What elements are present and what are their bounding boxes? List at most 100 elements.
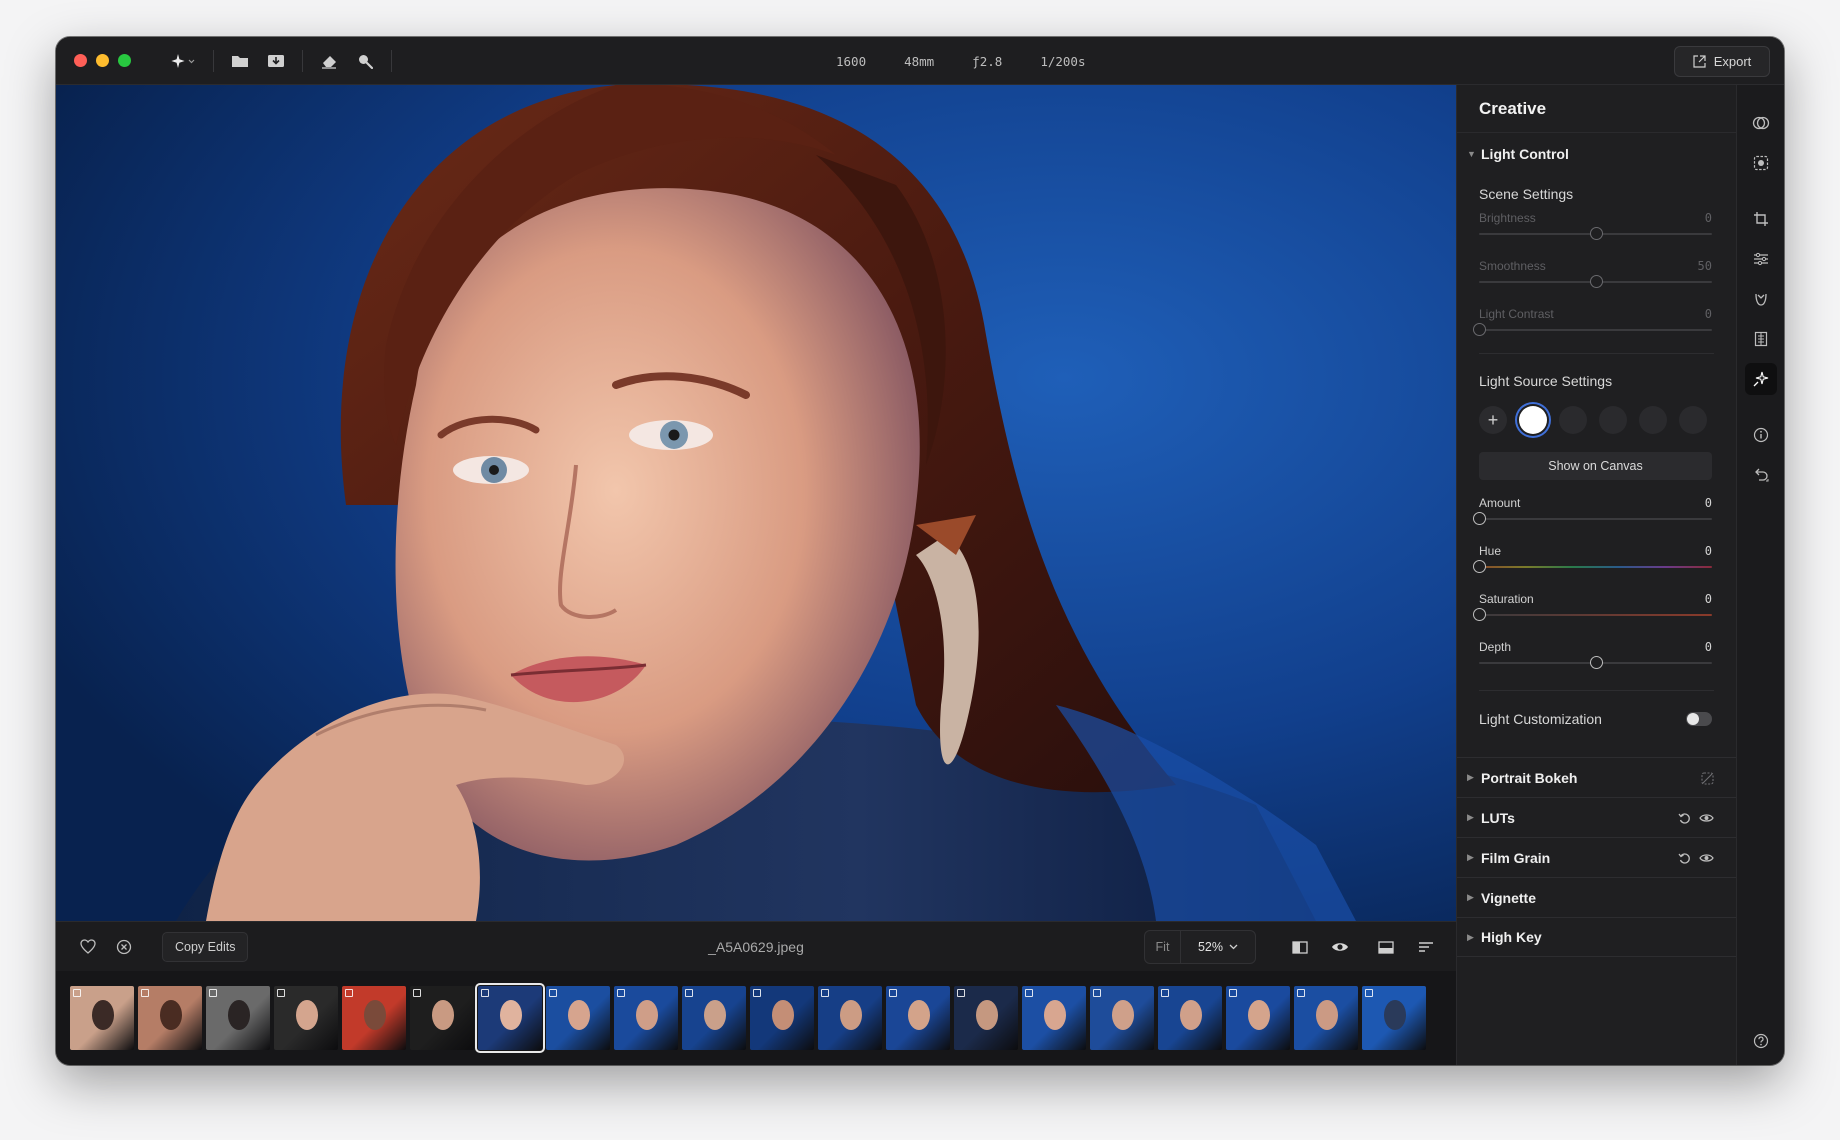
- filmstrip-thumbnail[interactable]: [886, 986, 950, 1050]
- divider: [1479, 353, 1714, 354]
- light-source-swatch[interactable]: [1559, 406, 1587, 434]
- add-light-button[interactable]: +: [1479, 406, 1507, 434]
- photo-canvas[interactable]: [56, 85, 1456, 921]
- light-source-swatch[interactable]: [1599, 406, 1627, 434]
- reset-icon[interactable]: [1678, 852, 1691, 865]
- saturation-track[interactable]: [1479, 614, 1712, 616]
- filmstrip-thumbnail[interactable]: [1294, 986, 1358, 1050]
- crop-icon: [1754, 212, 1768, 226]
- light-source-swatch[interactable]: [1639, 406, 1667, 434]
- help-button[interactable]: [1745, 1025, 1777, 1057]
- zoom-select[interactable]: 52%: [1181, 940, 1255, 954]
- crop-tool-button[interactable]: [1745, 203, 1777, 235]
- no-mask-icon[interactable]: [1701, 771, 1714, 785]
- filmstrip-thumbnail-selected[interactable]: [475, 983, 545, 1053]
- landscape-tool-button[interactable]: [1745, 323, 1777, 355]
- filmstrip-thumbnail[interactable]: [682, 986, 746, 1050]
- adjust-tool-button[interactable]: [1745, 243, 1777, 275]
- section-portrait-bokeh[interactable]: ▶ Portrait Bokeh: [1457, 757, 1736, 797]
- minimize-window-button[interactable]: [96, 54, 109, 67]
- eraser-button[interactable]: [311, 46, 347, 76]
- zoom-fit-button[interactable]: Fit: [1145, 931, 1181, 963]
- mask-tool-button[interactable]: [1745, 147, 1777, 179]
- filmstrip-thumbnail[interactable]: [70, 986, 134, 1050]
- amount-slider[interactable]: Amount 0: [1473, 492, 1712, 540]
- slider-knob[interactable]: [1473, 512, 1486, 525]
- preview-button[interactable]: [1322, 929, 1358, 965]
- brightness-slider[interactable]: Brightness 0: [1479, 207, 1712, 255]
- slider-knob[interactable]: [1589, 227, 1603, 240]
- import-button[interactable]: [258, 46, 294, 76]
- zoom-window-button[interactable]: [118, 54, 131, 67]
- filmstrip-thumbnail[interactable]: [1158, 986, 1222, 1050]
- open-folder-button[interactable]: [222, 46, 258, 76]
- view-tools: [1282, 929, 1444, 965]
- light-source-swatch-selected[interactable]: [1519, 406, 1547, 434]
- slider-knob[interactable]: [1589, 656, 1603, 669]
- light-source-swatch[interactable]: [1679, 406, 1707, 434]
- filmstrip-toggle-button[interactable]: [1368, 929, 1404, 965]
- show-on-canvas-button[interactable]: Show on Canvas: [1479, 452, 1712, 480]
- magic-wand-button[interactable]: [161, 46, 205, 76]
- light-control-header[interactable]: ▼ Light Control: [1457, 135, 1736, 173]
- eye-icon[interactable]: [1699, 853, 1714, 863]
- filmstrip-thumbnail[interactable]: [274, 986, 338, 1050]
- section-film-grain[interactable]: ▶ Film Grain: [1457, 837, 1736, 877]
- section-high-key[interactable]: ▶ High Key: [1457, 917, 1736, 957]
- filmstrip-thumbnail[interactable]: [614, 986, 678, 1050]
- saturation-slider[interactable]: Saturation 0: [1473, 588, 1712, 636]
- favorite-button[interactable]: [70, 929, 106, 965]
- section-luts[interactable]: ▶ LUTs: [1457, 797, 1736, 837]
- filmstrip-thumbnail[interactable]: [410, 986, 474, 1050]
- thumbnail-subject: [160, 1000, 182, 1030]
- divider: [1479, 690, 1714, 691]
- search-button[interactable]: [347, 46, 383, 76]
- slider-label: Smoothness: [1479, 259, 1546, 273]
- close-window-button[interactable]: [74, 54, 87, 67]
- filmstrip-thumbnail[interactable]: [1226, 986, 1290, 1050]
- info-button[interactable]: [1745, 419, 1777, 451]
- depth-slider[interactable]: Depth 0: [1479, 636, 1712, 684]
- history-button[interactable]: [1745, 459, 1777, 491]
- section-vignette[interactable]: ▶ Vignette: [1457, 877, 1736, 917]
- edited-badge-icon: [141, 989, 149, 997]
- filmstrip-thumbnail[interactable]: [750, 986, 814, 1050]
- creative-tool-button[interactable]: [1745, 363, 1777, 395]
- filmstrip-icon: [1378, 940, 1394, 954]
- sort-button[interactable]: [1408, 929, 1444, 965]
- slider-value: 0: [1704, 544, 1712, 558]
- thumbnail-subject: [92, 1000, 114, 1030]
- filmstrip-thumbnail[interactable]: [954, 986, 1018, 1050]
- filmstrip-thumbnail[interactable]: [206, 986, 270, 1050]
- slider-track[interactable]: [1479, 329, 1712, 331]
- filmstrip-thumbnail[interactable]: [818, 986, 882, 1050]
- reset-icon[interactable]: [1678, 812, 1691, 825]
- filmstrip-thumbnail[interactable]: [1022, 986, 1086, 1050]
- smoothness-slider[interactable]: Smoothness 50: [1479, 255, 1712, 303]
- reject-button[interactable]: [106, 929, 142, 965]
- hue-slider[interactable]: Hue 0: [1473, 540, 1712, 588]
- portrait-tool-button[interactable]: [1745, 283, 1777, 315]
- compare-button[interactable]: [1282, 929, 1318, 965]
- filmstrip-thumbnail[interactable]: [138, 986, 202, 1050]
- filmstrip-thumbnail[interactable]: [342, 986, 406, 1050]
- eraser-icon: [322, 55, 336, 69]
- copy-edits-button[interactable]: Copy Edits: [162, 931, 249, 962]
- slider-knob[interactable]: [1473, 608, 1486, 621]
- light-customization-toggle[interactable]: [1686, 712, 1712, 726]
- filmstrip-thumbnail[interactable]: [1090, 986, 1154, 1050]
- slider-knob[interactable]: [1589, 275, 1603, 288]
- hue-track[interactable]: [1479, 566, 1712, 568]
- presets-tool-button[interactable]: [1745, 107, 1777, 139]
- export-button[interactable]: Export: [1674, 46, 1770, 77]
- overlap-circles-icon: [1752, 116, 1770, 130]
- filmstrip-thumbnail[interactable]: [1362, 986, 1426, 1050]
- edited-badge-icon: [1161, 989, 1169, 997]
- light-contrast-slider[interactable]: Light Contrast 0: [1473, 303, 1712, 351]
- slider-knob[interactable]: [1473, 560, 1486, 573]
- mask-icon: [1753, 155, 1769, 171]
- slider-track[interactable]: [1479, 518, 1712, 520]
- slider-knob[interactable]: [1473, 323, 1486, 336]
- eye-icon[interactable]: [1699, 813, 1714, 823]
- filmstrip-thumbnail[interactable]: [546, 986, 610, 1050]
